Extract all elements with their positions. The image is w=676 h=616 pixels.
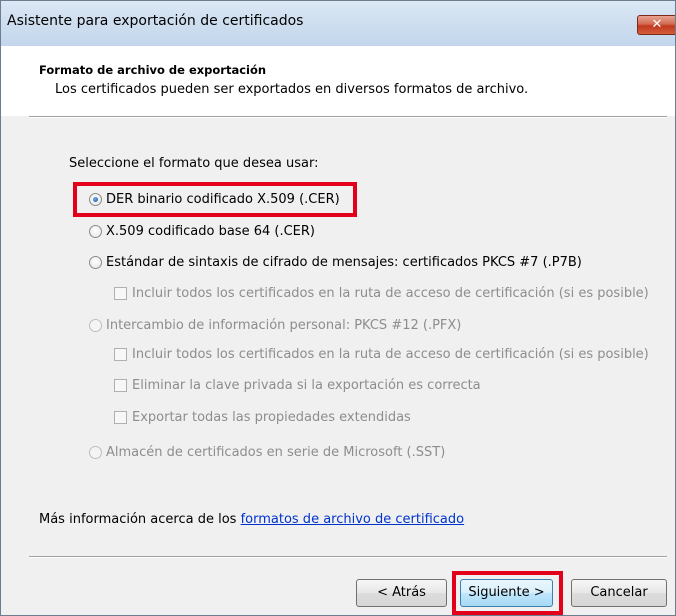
radio-pfx-label: Intercambio de información personal: PKC…: [106, 317, 462, 333]
header-description: Los certificados pueden ser exportados e…: [55, 82, 529, 97]
checkbox-pfx-include-option: Incluir todos los certificados en la rut…: [114, 344, 649, 364]
radio-pfx-option: Intercambio de información personal: PKC…: [89, 315, 461, 335]
radio-base64-label: X.509 codificado base 64 (.CER): [106, 223, 315, 239]
checkbox-pkcs7-include-label: Incluir todos los certificados en la rut…: [132, 285, 649, 301]
header-title: Formato de archivo de exportación: [39, 63, 267, 77]
next-button[interactable]: Siguiente >: [460, 579, 553, 607]
checkbox: [114, 286, 127, 300]
checkbox-pfx-export-props-option: Exportar todas las propiedades extendida…: [114, 407, 411, 427]
checkbox-pfx-delete-key-option: Eliminar la clave privada si la exportac…: [114, 375, 481, 395]
radio-button: [89, 445, 102, 459]
certificate-formats-link[interactable]: formatos de archivo de certificado: [241, 512, 465, 527]
export-wizard-window: Asistente para exportación de certificad…: [0, 0, 676, 616]
format-prompt: Seleccione el formato que desea usar:: [69, 156, 319, 171]
close-icon: ✕: [651, 17, 663, 32]
wizard-header: Formato de archivo de exportación Los ce…: [1, 46, 675, 116]
radio-pkcs7-label: Estándar de sintaxis de cifrado de mensa…: [106, 254, 582, 270]
radio-button-checked[interactable]: [89, 192, 102, 206]
cancel-button[interactable]: Cancelar: [571, 579, 667, 607]
radio-der-label: DER binario codificado X.509 (.CER): [106, 191, 340, 207]
radio-button: [89, 318, 102, 332]
radio-base64-option[interactable]: X.509 codificado base 64 (.CER): [89, 221, 315, 241]
close-button[interactable]: ✕: [637, 15, 675, 35]
checkbox-pfx-include-label: Incluir todos los certificados en la rut…: [132, 346, 649, 362]
more-info-text: Más información acerca de los formatos d…: [39, 512, 464, 527]
checkbox: [114, 410, 127, 424]
window-title: Asistente para exportación de certificad…: [7, 13, 304, 29]
footer-separator: [29, 556, 667, 558]
checkbox: [114, 347, 127, 361]
radio-button[interactable]: [89, 255, 102, 269]
radio-sst-label: Almacén de certificados en serie de Micr…: [106, 444, 446, 460]
checkbox-pfx-export-props-label: Exportar todas las propiedades extendida…: [132, 409, 411, 425]
title-bar[interactable]: Asistente para exportación de certificad…: [1, 1, 675, 46]
more-info-prefix: Más información acerca de los: [39, 512, 241, 527]
radio-sst-option: Almacén de certificados en serie de Micr…: [89, 442, 445, 462]
radio-button[interactable]: [89, 224, 102, 238]
header-separator: [29, 116, 667, 118]
radio-pkcs7-option[interactable]: Estándar de sintaxis de cifrado de mensa…: [89, 252, 582, 272]
radio-der-option[interactable]: DER binario codificado X.509 (.CER): [89, 189, 340, 209]
checkbox-pkcs7-include-option: Incluir todos los certificados en la rut…: [114, 283, 649, 303]
back-button[interactable]: < Atrás: [356, 579, 447, 607]
checkbox-pfx-delete-key-label: Eliminar la clave privada si la exportac…: [132, 377, 481, 393]
checkbox: [114, 378, 127, 392]
